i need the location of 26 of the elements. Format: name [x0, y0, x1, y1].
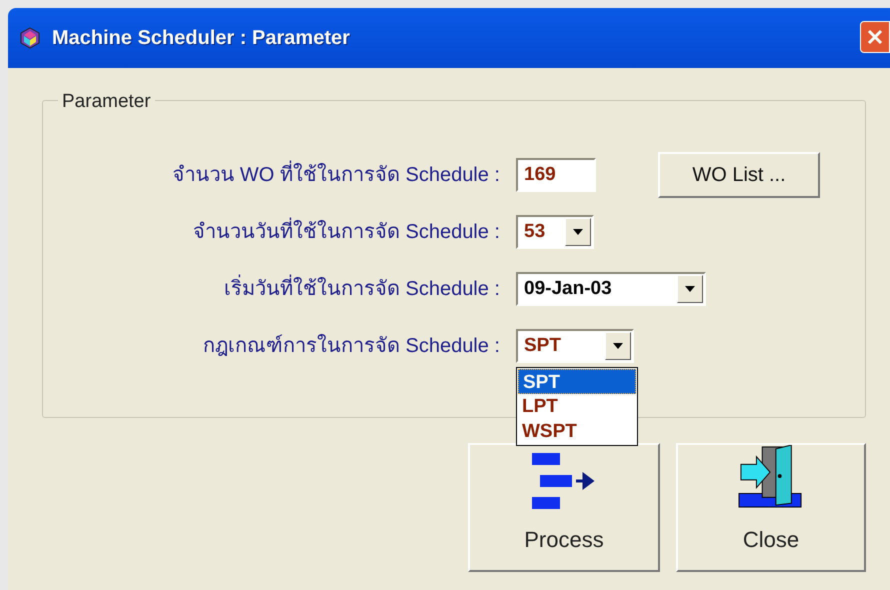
field-label: จำนวน WO ที่ใช้ในการจัด Schedule : [42, 160, 516, 190]
wo-list-button[interactable]: WO List ... [658, 152, 820, 198]
exit-door-icon [738, 445, 804, 509]
dropdown-field[interactable]: SPT [516, 329, 634, 363]
dropdown-button[interactable] [677, 275, 703, 303]
dropdown-option[interactable]: SPT [518, 369, 636, 394]
dropdown-option[interactable]: WSPT [518, 419, 636, 444]
window-title: Machine Scheduler : Parameter [52, 26, 350, 51]
cube-icon [20, 27, 40, 49]
dropdown-button[interactable] [565, 218, 591, 246]
input-field[interactable]: 169 [516, 158, 596, 192]
close-dialog-button[interactable]: Close [676, 443, 866, 572]
process-button[interactable]: Process [468, 443, 660, 572]
caret-icon [573, 229, 583, 235]
close-button[interactable] [860, 21, 890, 53]
field-label: จำนวนวันที่ใช้ในการจัด Schedule : [42, 217, 516, 247]
dropdown-field[interactable]: 53 [516, 215, 594, 249]
dropdown-field[interactable]: 09-Jan-03 [516, 272, 706, 306]
caret-icon [613, 343, 623, 349]
close-icon [867, 29, 883, 45]
field-label: กฎเกณฑ์การในการจัด Schedule : [202, 333, 501, 359]
field-label: เริ่มวันที่ใช้ในการจัด Schedule : [42, 274, 516, 304]
bars-arrow-icon [532, 453, 596, 509]
caret-icon [685, 286, 695, 292]
dropdown-option[interactable]: LPT [518, 394, 636, 419]
dropdown-button[interactable] [605, 332, 631, 360]
